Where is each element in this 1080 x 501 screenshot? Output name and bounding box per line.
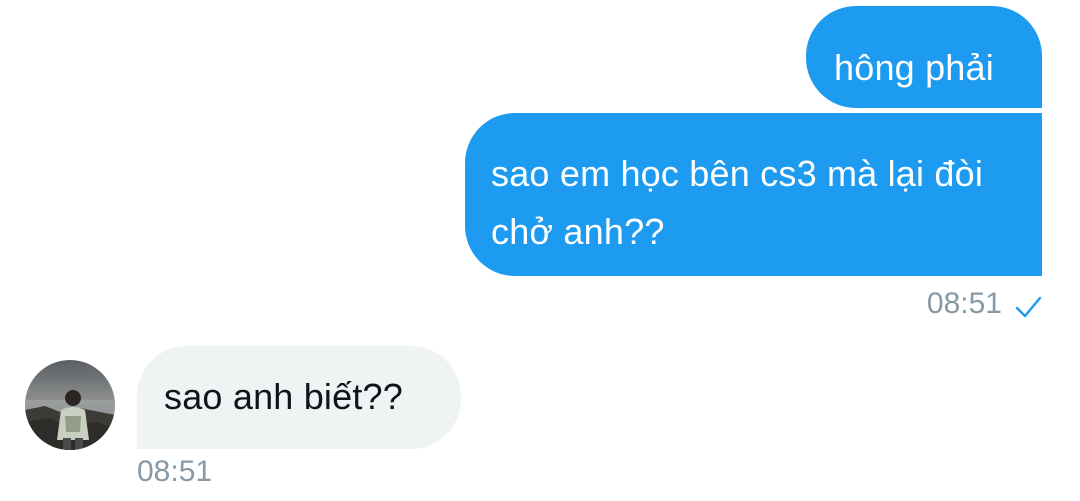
outgoing-message-bubble[interactable]: sao em học bên cs3 mà lại đòi chở anh?? — [465, 113, 1042, 276]
message-timestamp: 08:51 — [137, 455, 213, 488]
outgoing-message-bubble[interactable]: hông phải — [806, 6, 1042, 108]
message-text: hông phải — [834, 47, 994, 88]
checkmark-icon — [1015, 296, 1042, 318]
incoming-message-bubble[interactable]: sao anh biết?? — [137, 346, 461, 449]
avatar[interactable] — [25, 360, 115, 450]
conversation-thread: hông phải sao em học bên cs3 mà lại đòi … — [0, 0, 1080, 501]
avatar-photo — [25, 360, 115, 450]
message-text: sao anh biết?? — [164, 376, 403, 417]
message-timestamp: 08:51 — [926, 287, 1002, 320]
message-text: sao em học bên cs3 mà lại đòi chở anh?? — [491, 153, 984, 252]
